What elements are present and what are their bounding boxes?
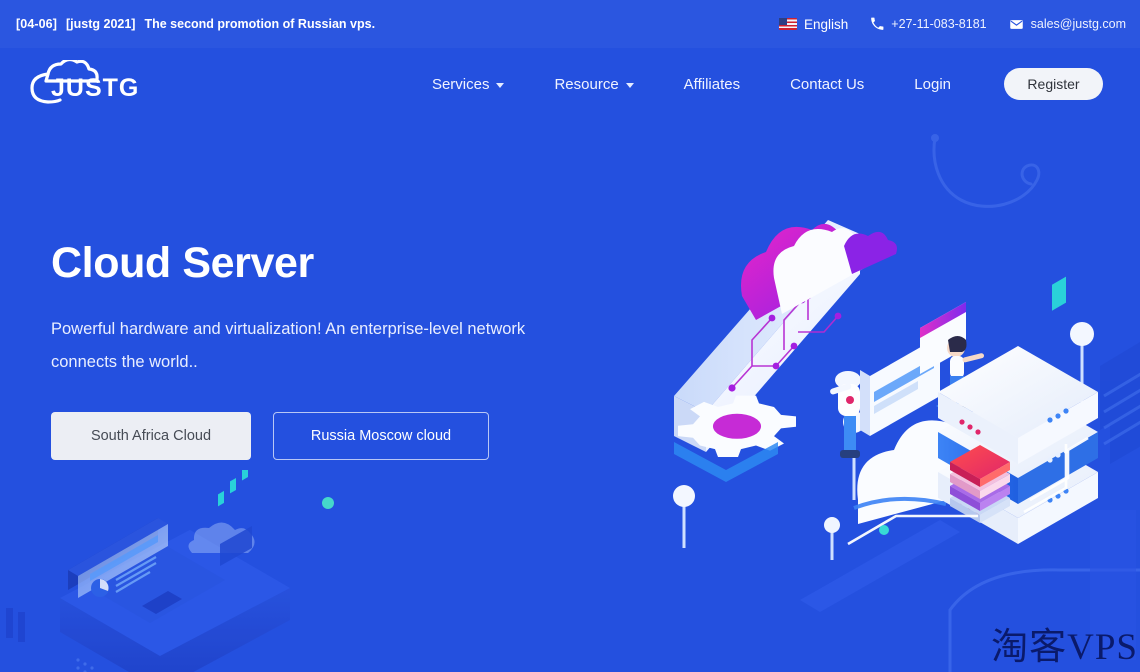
russia-moscow-cloud-button[interactable]: Russia Moscow cloud [273,412,489,461]
phone-number: +27-11-083-8181 [891,17,987,31]
nav-item-contact-us[interactable]: Contact Us [765,76,889,93]
chevron-down-icon [496,82,505,88]
language-label: English [804,16,849,32]
page-title: Cloud Server [51,239,314,287]
register-button[interactable]: Register [1004,68,1103,100]
nav-label: Login [914,75,951,93]
chevron-down-icon [625,82,634,88]
hero-subtitle: Powerful hardware and virtualization! An… [51,320,526,372]
utility-links: English +27-11-083-8181 sales@justg.com [779,17,1126,32]
announcement-bar: [04-06] [justg 2021] The second promotio… [0,0,1140,48]
justg-cloud-logo-icon: JUSTG [30,60,139,104]
email-contact[interactable]: sales@justg.com [1009,17,1126,32]
language-selector[interactable]: English [779,17,848,32]
nav-item-resource[interactable]: Resource [529,76,658,93]
south-africa-cloud-button[interactable]: South Africa Cloud [51,412,251,461]
announcement-tag: [justg 2021] [66,17,136,31]
nav-item-affiliates[interactable]: Affiliates [659,76,765,93]
laptop-illustration [6,470,334,672]
cloud-server-illustration [673,220,1140,560]
mail-icon [1009,19,1023,29]
email-address: sales@justg.com [1030,17,1126,31]
phone-contact[interactable]: +27-11-083-8181 [870,17,987,31]
main-navigation: JUSTG Services Resource Affiliates Conta… [0,48,1140,120]
announcement-message: The second promotion of Russian vps. [144,17,376,31]
nav-links: Services Resource Affiliates Contact Us … [407,68,1140,100]
announcement-date: [04-06] [16,17,57,31]
nav-label: Affiliates [683,75,741,93]
watermark: 淘客VPS [991,627,1138,668]
nav-label: Services [431,75,490,93]
nav-item-login[interactable]: Login [889,76,976,93]
announcement-text-group[interactable]: [04-06] [justg 2021] The second promotio… [16,17,375,31]
logo-justg[interactable]: JUSTG [18,60,148,108]
us-flag-icon [779,18,797,30]
nav-label: Resource [554,75,619,93]
svg-text:JUSTG: JUSTG [51,74,139,102]
hero-cta-group: South Africa Cloud Russia Moscow cloud [51,412,571,461]
nav-item-services[interactable]: Services [407,76,530,93]
hero-section: Cloud Server Powerful hardware and virtu… [51,239,571,461]
nav-label: Contact Us [790,75,865,93]
phone-icon [871,17,884,30]
